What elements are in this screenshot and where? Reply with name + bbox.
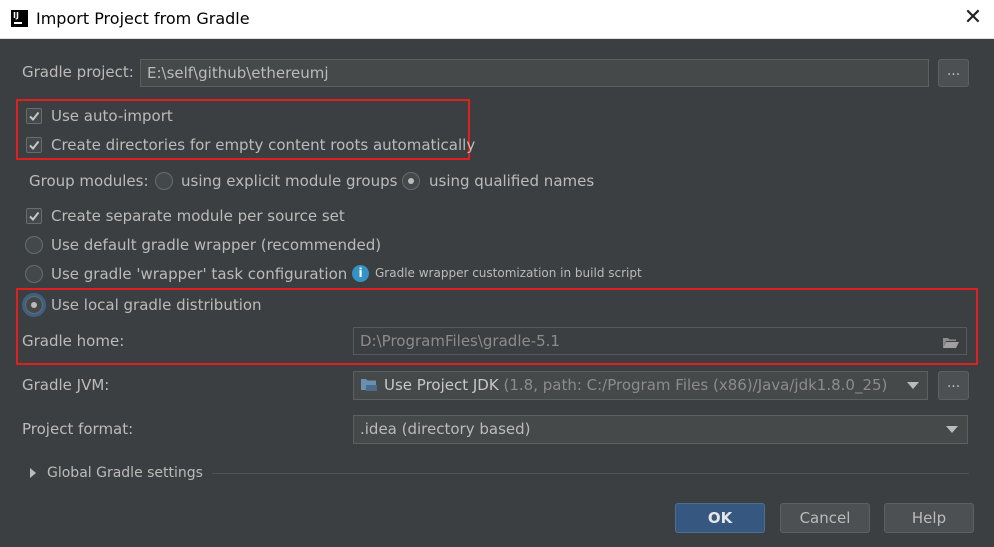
wrapper-task-radio[interactable] xyxy=(25,265,43,283)
window-title: Import Project from Gradle xyxy=(36,9,250,28)
gradle-project-path-field[interactable]: E:\self\github\ethereumj xyxy=(140,59,929,87)
group-modules-label: Group modules: xyxy=(29,172,149,190)
separate-module-checkbox[interactable] xyxy=(26,208,42,224)
close-icon[interactable]: ✕ xyxy=(958,2,988,34)
check-icon xyxy=(29,211,40,222)
group-explicit-label: using explicit module groups xyxy=(181,172,398,190)
project-format-value: .idea (directory based) xyxy=(360,420,531,438)
project-format-label: Project format: xyxy=(22,420,134,438)
wrapper-hint-text: Gradle wrapper customization in build sc… xyxy=(375,266,642,280)
folder-icon[interactable] xyxy=(942,336,960,349)
gradle-jvm-label: Gradle JVM: xyxy=(22,376,110,394)
expand-triangle-icon[interactable] xyxy=(30,468,36,478)
create-dirs-checkbox[interactable] xyxy=(26,137,42,153)
global-gradle-settings-toggle[interactable]: Global Gradle settings xyxy=(47,465,203,481)
gradle-jvm-browse-button[interactable]: ... xyxy=(938,371,969,400)
gradle-home-label: Gradle home: xyxy=(22,332,125,350)
local-gradle-label: Use local gradle distribution xyxy=(51,296,262,314)
project-format-dropdown[interactable]: .idea (directory based) xyxy=(353,415,968,444)
ok-button[interactable]: OK xyxy=(675,503,765,533)
gradle-project-browse-button[interactable]: ... xyxy=(938,59,969,87)
group-explicit-radio[interactable] xyxy=(155,172,173,190)
gradle-project-label: Gradle project: xyxy=(22,63,134,81)
default-wrapper-radio[interactable] xyxy=(25,236,43,254)
separate-module-label: Create separate module per source set xyxy=(51,207,345,225)
intellij-app-icon: IJ xyxy=(11,10,28,27)
auto-import-checkbox[interactable] xyxy=(26,108,42,124)
gradle-jvm-value: Use Project JDK xyxy=(384,376,499,394)
group-qualified-label: using qualified names xyxy=(429,172,595,190)
wrapper-task-label: Use gradle 'wrapper' task configuration xyxy=(51,265,348,283)
group-qualified-radio[interactable] xyxy=(402,172,420,190)
info-icon: i xyxy=(352,265,369,282)
chevron-down-icon xyxy=(907,382,919,389)
create-dirs-label: Create directories for empty content roo… xyxy=(51,136,476,154)
jdk-folder-icon xyxy=(361,379,377,391)
gradle-jvm-dropdown[interactable]: Use Project JDK (1.8, path: C:/Program F… xyxy=(353,371,928,400)
gradle-home-field[interactable]: D:\ProgramFiles\gradle-5.1 xyxy=(353,327,967,355)
local-gradle-radio[interactable] xyxy=(25,296,43,314)
section-divider xyxy=(212,473,969,474)
help-button[interactable]: Help xyxy=(884,503,974,533)
title-bar: IJ Import Project from Gradle ✕ xyxy=(0,0,994,39)
check-icon xyxy=(29,140,40,151)
auto-import-label: Use auto-import xyxy=(51,107,173,125)
default-wrapper-label: Use default gradle wrapper (recommended) xyxy=(51,236,382,254)
gradle-home-value: D:\ProgramFiles\gradle-5.1 xyxy=(360,332,560,350)
check-icon xyxy=(29,111,40,122)
gradle-jvm-detail: (1.8, path: C:/Program Files (x86)/Java/… xyxy=(503,376,888,394)
app-icon-text: IJ xyxy=(13,11,19,20)
chevron-down-icon xyxy=(946,426,958,433)
cancel-button[interactable]: Cancel xyxy=(780,503,870,533)
